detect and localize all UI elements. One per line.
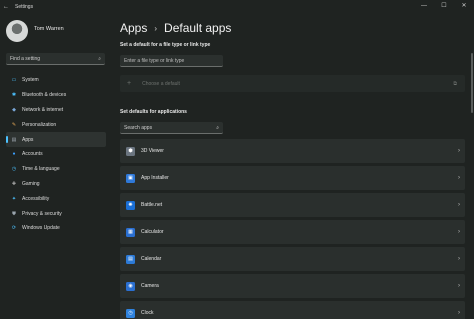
- filetype-heading: Set a default for a file type or link ty…: [120, 42, 211, 48]
- app-name: Camera: [141, 283, 159, 289]
- sidebar-item-label: Gaming: [22, 180, 40, 187]
- sidebar-item-label: Apps: [22, 136, 34, 143]
- sidebar: Tom Warren Find a setting ⌕ ▭ System ✱ Blue…: [0, 13, 112, 319]
- choose-default-row: + Choose a default ⧉: [120, 75, 465, 92]
- apps-heading: Set defaults for applications: [120, 109, 187, 115]
- app-name: App Installer: [141, 175, 169, 181]
- sidebar-item-accounts[interactable]: ● Accounts: [6, 147, 106, 162]
- main-content: Apps › Default apps Set a default for a …: [112, 13, 474, 319]
- back-button[interactable]: ←: [0, 4, 12, 10]
- chevron-right-icon: ›: [458, 256, 460, 262]
- app-name: Clock: [141, 310, 154, 316]
- cube-icon: ⬢: [126, 146, 135, 156]
- sidebar-item-accessibility[interactable]: ✦ Accessibility: [6, 191, 106, 206]
- app-name: Calendar: [141, 256, 162, 262]
- app-row[interactable]: ▦ Calculator ›: [120, 220, 465, 244]
- filetype-input[interactable]: Enter a file type or link type: [120, 55, 223, 67]
- chevron-right-icon: ›: [458, 175, 460, 181]
- sidebar-item-time-language[interactable]: ◷ Time & language: [6, 162, 106, 177]
- find-setting-placeholder: Find a setting: [10, 56, 41, 62]
- page-title: Default apps: [164, 21, 232, 35]
- chevron-right-icon: ›: [458, 229, 460, 235]
- person-icon: ●: [12, 151, 16, 158]
- app-name: Calculator: [141, 229, 164, 235]
- update-icon: ⟳: [11, 225, 17, 232]
- choose-default-label: Choose a default: [142, 80, 180, 87]
- app-row[interactable]: ▣ App Installer ›: [120, 166, 465, 190]
- sidebar-item-label: Network & internet: [22, 106, 64, 113]
- bluetooth-icon: ✱: [11, 92, 17, 99]
- sidebar-item-privacy-security[interactable]: ⛊ Privacy & security: [6, 206, 106, 221]
- clock-globe-icon: ◷: [11, 166, 17, 173]
- battlenet-icon: ✺: [126, 200, 135, 210]
- search-icon[interactable]: ⌕: [216, 122, 219, 134]
- window-controls: — ☐ ✕: [414, 0, 474, 13]
- sidebar-item-label: Time & language: [22, 166, 60, 173]
- app-row[interactable]: ⬢ 3D Viewer ›: [120, 139, 465, 163]
- window-title: Settings: [15, 3, 34, 10]
- avatar[interactable]: [6, 20, 28, 42]
- app-row[interactable]: ✺ Battle.net ›: [120, 193, 465, 217]
- close-button[interactable]: ✕: [454, 0, 474, 13]
- sidebar-item-label: Personalization: [22, 121, 57, 128]
- breadcrumb: Apps › Default apps: [120, 21, 231, 35]
- sidebar-item-label: Privacy & security: [22, 210, 62, 217]
- scrollbar[interactable]: [471, 53, 473, 113]
- sidebar-item-personalization[interactable]: ✎ Personalization: [6, 117, 106, 132]
- display-icon: ▭: [11, 77, 17, 84]
- accessibility-icon: ✦: [11, 195, 17, 202]
- sidebar-item-label: Accessibility: [22, 195, 50, 202]
- clock-icon: ◷: [126, 308, 135, 318]
- sidebar-nav: ▭ System ✱ Bluetooth & devices ◆ Network & in…: [6, 73, 106, 236]
- chevron-right-icon: ›: [458, 310, 460, 316]
- network-icon: ◆: [12, 106, 16, 113]
- sidebar-item-network-internet[interactable]: ◆ Network & internet: [6, 103, 106, 118]
- camera-icon: ◉: [126, 281, 135, 291]
- shield-icon: ⛊: [12, 210, 16, 217]
- chevron-right-icon: ›: [154, 23, 158, 33]
- app-name: Battle.net: [141, 202, 163, 208]
- package-icon: ▣: [126, 173, 135, 183]
- app-row[interactable]: ◷ Clock ›: [120, 301, 465, 319]
- title-bar: ← Settings — ☐ ✕: [0, 0, 474, 13]
- chevron-right-icon: ›: [458, 148, 460, 154]
- sidebar-item-label: Windows Update: [22, 225, 60, 232]
- sidebar-item-label: Bluetooth & devices: [22, 92, 67, 99]
- sidebar-item-system[interactable]: ▭ System: [6, 73, 106, 88]
- maximize-button[interactable]: ☐: [434, 0, 454, 13]
- apps-icon: ▤: [11, 136, 17, 143]
- app-list: ⬢ 3D Viewer › ▣ App Installer › ✺ Battle.net › ▦ C…: [120, 139, 465, 319]
- sidebar-item-apps[interactable]: ▤ Apps: [6, 132, 106, 147]
- search-apps-placeholder: Search apps: [124, 125, 153, 131]
- minimize-button[interactable]: —: [414, 0, 434, 13]
- calculator-icon: ▦: [126, 227, 135, 237]
- app-row[interactable]: ◉ Camera ›: [120, 274, 465, 298]
- find-setting-input[interactable]: Find a setting ⌕: [6, 53, 105, 65]
- open-external-icon: ⧉: [453, 80, 457, 87]
- breadcrumb-parent[interactable]: Apps: [120, 21, 147, 35]
- chevron-right-icon: ›: [458, 283, 460, 289]
- sidebar-item-label: System: [22, 77, 39, 84]
- app-row[interactable]: ▤ Calendar ›: [120, 247, 465, 271]
- search-apps-input[interactable]: Search apps ⌕: [120, 122, 223, 134]
- user-name: Tom Warren: [34, 26, 64, 32]
- search-icon[interactable]: ⌕: [98, 53, 101, 65]
- chevron-right-icon: ›: [458, 202, 460, 208]
- app-name: 3D Viewer: [141, 148, 164, 154]
- plus-icon: +: [127, 80, 132, 87]
- sidebar-item-gaming[interactable]: ✚ Gaming: [6, 177, 106, 192]
- gamepad-icon: ✚: [11, 180, 17, 187]
- sidebar-item-label: Accounts: [22, 151, 43, 158]
- calendar-icon: ▤: [126, 254, 135, 264]
- sidebar-item-bluetooth-devices[interactable]: ✱ Bluetooth & devices: [6, 88, 106, 103]
- brush-icon: ✎: [11, 121, 17, 128]
- sidebar-item-windows-update[interactable]: ⟳ Windows Update: [6, 221, 106, 236]
